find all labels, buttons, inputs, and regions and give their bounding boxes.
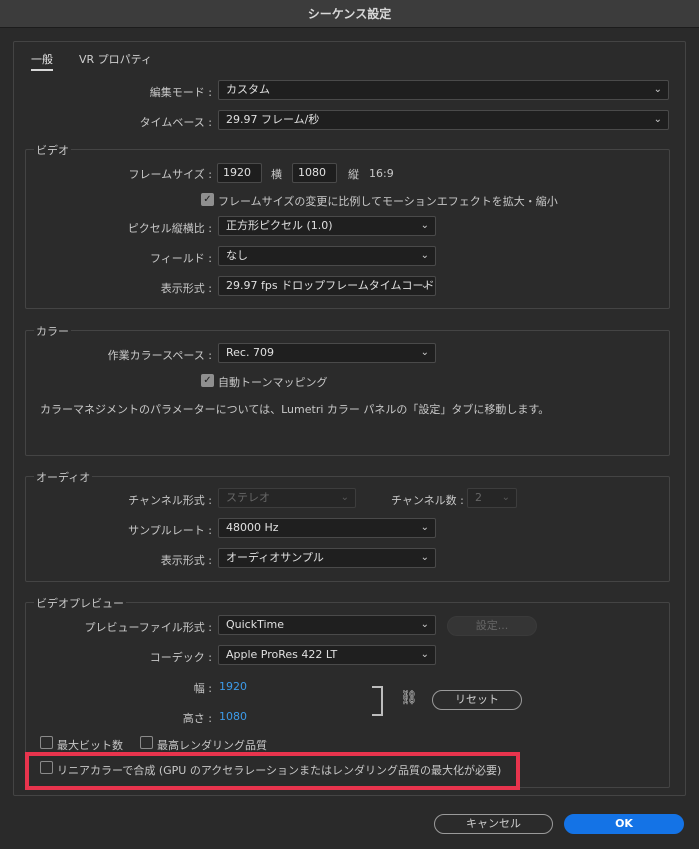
fields-select[interactable]: なし ⌄: [218, 246, 436, 266]
pixel-aspect-label: ピクセル縦横比 :: [127, 222, 212, 235]
ok-button[interactable]: OK: [564, 814, 684, 834]
auto-tone-mapping-label: 自動トーンマッピング: [218, 376, 328, 389]
preview-file-format-select[interactable]: QuickTime ⌄: [218, 615, 436, 635]
channel-count-value: 2: [475, 491, 482, 504]
frame-size-label: フレームサイズ :: [128, 168, 212, 181]
frame-height-unit: 縦: [348, 168, 359, 181]
chevron-down-icon: ⌄: [653, 84, 662, 95]
chevron-down-icon: ⌄: [420, 347, 429, 358]
reset-button[interactable]: リセット: [432, 690, 522, 710]
checkmark-icon: ✓: [203, 194, 212, 205]
sample-rate-select[interactable]: 48000 Hz ⌄: [218, 518, 436, 538]
sample-rate-value: 48000 Hz: [226, 521, 279, 534]
frame-width-unit: 横: [271, 168, 282, 181]
channel-format-label: チャンネル形式 :: [128, 494, 212, 507]
channel-count-select: 2 ⌄: [467, 488, 517, 508]
channel-format-select: ステレオ ⌄: [218, 488, 356, 508]
audio-display-format-value: オーディオサンプル: [226, 551, 324, 564]
max-bit-depth-checkbox[interactable]: [40, 736, 53, 749]
chevron-down-icon: ⌄: [340, 492, 349, 503]
window-title: シーケンス設定: [0, 0, 699, 28]
preview-file-format-value: QuickTime: [226, 618, 285, 631]
pixel-aspect-select[interactable]: 正方形ピクセル (1.0) ⌄: [218, 216, 436, 236]
scale-motion-label: フレームサイズの変更に比例してモーションエフェクトを拡大・縮小: [218, 195, 558, 208]
tab-vr-properties[interactable]: VR プロパティ: [79, 51, 152, 67]
video-display-format-value: 29.97 fps ドロップフレームタイムコード: [226, 279, 435, 292]
pixel-aspect-value: 正方形ピクセル (1.0): [226, 219, 333, 232]
max-bit-depth-label: 最大ビット数: [57, 739, 123, 752]
fields-value: なし: [226, 249, 248, 262]
preview-file-format-label: プレビューファイル形式 :: [84, 621, 212, 634]
highlight-annotation: [25, 752, 520, 790]
video-display-format-label: 表示形式 :: [160, 282, 212, 295]
channel-count-label: チャンネル数 :: [391, 494, 464, 507]
audio-display-format-select[interactable]: オーディオサンプル ⌄: [218, 548, 436, 568]
chevron-down-icon: ⌄: [420, 649, 429, 660]
color-management-info: カラーマネジメントのパラメーターについては、Lumetri カラー パネルの「設…: [40, 403, 550, 416]
frame-width-input[interactable]: 1920: [217, 163, 262, 183]
audio-group-title: オーディオ: [34, 469, 93, 485]
preview-height-value[interactable]: 1080: [219, 710, 247, 723]
codec-select[interactable]: Apple ProRes 422 LT ⌄: [218, 645, 436, 665]
checkmark-icon: ✓: [203, 375, 212, 386]
timebase-value: 29.97 フレーム/秒: [226, 113, 320, 126]
preview-width-label: 幅 :: [193, 682, 212, 695]
max-render-quality-label: 最高レンダリング品質: [157, 739, 267, 752]
auto-tone-mapping-checkbox[interactable]: ✓: [201, 374, 214, 387]
sample-rate-label: サンプルレート :: [128, 524, 212, 537]
edit-mode-select[interactable]: カスタム ⌄: [218, 80, 669, 100]
codec-label: コーデック :: [149, 651, 212, 664]
fields-label: フィールド :: [150, 252, 212, 265]
chevron-down-icon: ⌄: [420, 552, 429, 563]
chevron-down-icon: ⌄: [653, 114, 662, 125]
edit-mode-label: 編集モード :: [149, 86, 212, 99]
chevron-down-icon: ⌄: [420, 280, 429, 291]
chevron-down-icon: ⌄: [420, 250, 429, 261]
chevron-down-icon: ⌄: [420, 220, 429, 231]
frame-aspect-ratio: 16:9: [369, 167, 394, 180]
video-preview-group-title: ビデオプレビュー: [34, 595, 126, 611]
max-render-quality-checkbox[interactable]: [140, 736, 153, 749]
cancel-button[interactable]: キャンセル: [434, 814, 553, 834]
codec-value: Apple ProRes 422 LT: [226, 648, 338, 661]
working-color-space-label: 作業カラースペース :: [107, 349, 212, 362]
chain-link-icon[interactable]: ⛓: [400, 690, 418, 706]
chevron-down-icon: ⌄: [501, 492, 510, 503]
preview-settings-button: 設定...: [447, 616, 537, 636]
working-color-space-select[interactable]: Rec. 709 ⌄: [218, 343, 436, 363]
preview-width-value[interactable]: 1920: [219, 680, 247, 693]
color-group-title: カラー: [34, 323, 71, 339]
working-color-space-value: Rec. 709: [226, 346, 274, 359]
tab-general[interactable]: 一般: [31, 51, 53, 71]
frame-height-input[interactable]: 1080: [292, 163, 337, 183]
edit-mode-value: カスタム: [226, 83, 270, 96]
link-bracket: [372, 686, 383, 716]
timebase-label: タイムベース :: [139, 116, 212, 129]
video-group-title: ビデオ: [34, 142, 71, 158]
channel-format-value: ステレオ: [226, 491, 270, 504]
video-display-format-select[interactable]: 29.97 fps ドロップフレームタイムコード ⌄: [218, 276, 436, 296]
preview-height-label: 高さ :: [182, 712, 212, 725]
audio-display-format-label: 表示形式 :: [160, 554, 212, 567]
timebase-select[interactable]: 29.97 フレーム/秒 ⌄: [218, 110, 669, 130]
chevron-down-icon: ⌄: [420, 522, 429, 533]
chevron-down-icon: ⌄: [420, 619, 429, 630]
scale-motion-checkbox[interactable]: ✓: [201, 193, 214, 206]
